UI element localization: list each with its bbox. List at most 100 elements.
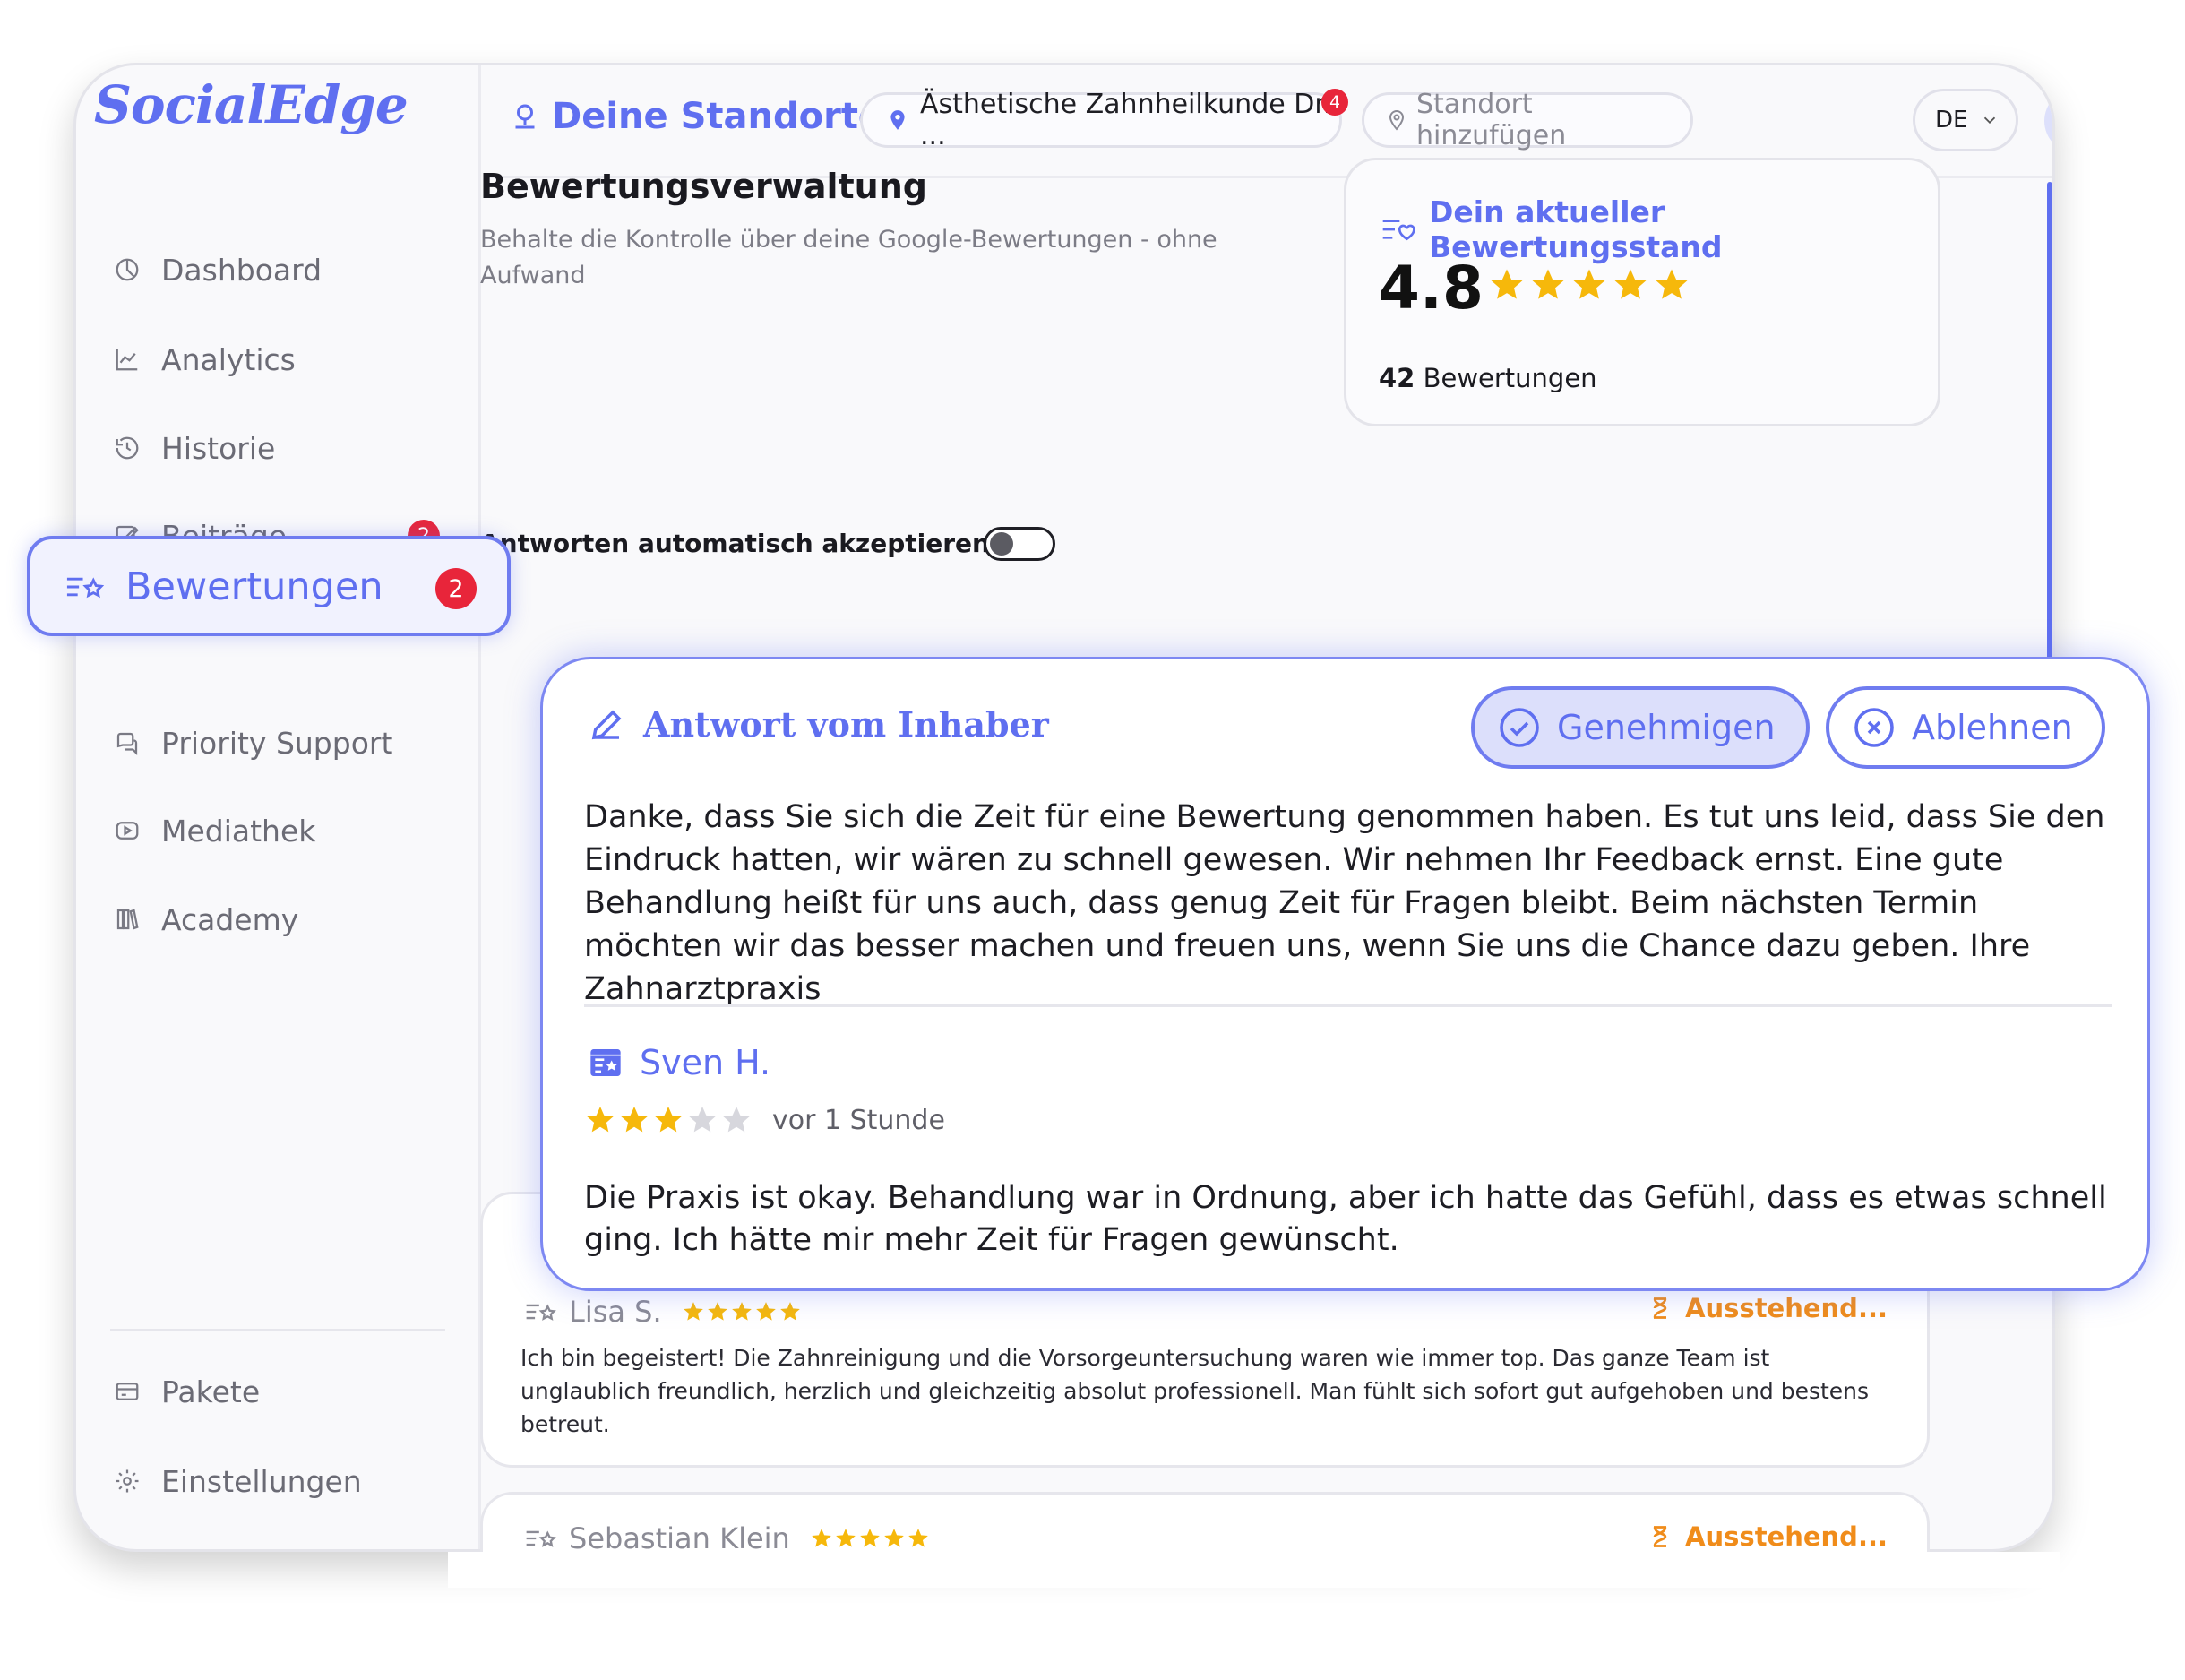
reply-card-title-text: Antwort vom Inhaber	[643, 704, 1049, 745]
window-bottom-mask	[448, 1552, 2060, 1588]
star-icon	[1612, 266, 1649, 304]
play-icon	[110, 814, 144, 848]
page-heading: Deine Standorte	[552, 96, 883, 137]
auto-accept-toggle[interactable]	[984, 527, 1055, 561]
card-icon	[110, 1374, 144, 1409]
sidebar-item-analytics[interactable]: Analytics	[76, 323, 470, 395]
topbar-title: Deine Standorte	[509, 96, 882, 137]
sidebar-item-label: Analytics	[161, 341, 296, 377]
scrollbar[interactable]	[2047, 182, 2052, 719]
sidebar-item-label: Pakete	[161, 1374, 261, 1409]
sidebar-item-label: Bewertungen	[125, 564, 383, 609]
sidebar-item-einstellungen[interactable]: Einstellungen	[76, 1445, 470, 1517]
reviewer-meta: vor 1 Stunde	[584, 1104, 945, 1136]
logo: SocialEdge	[94, 74, 409, 135]
line-chart-icon	[110, 342, 144, 376]
reviewer-name: Sven H.	[640, 1043, 771, 1082]
review-text: Ich bin begeistert! Die Zahnreinigung un…	[520, 1345, 1870, 1437]
sidebar-item-label: Einstellungen	[161, 1463, 362, 1499]
pie-chart-icon	[110, 253, 144, 287]
status-badge: Ausstehend...	[1647, 1521, 1888, 1552]
location-selector[interactable]: Ästhetische Zahnheilkunde Dr. ...	[860, 89, 1342, 151]
review-card-icon	[588, 1045, 624, 1081]
review-author: Lisa S.	[569, 1295, 662, 1329]
map-pin-icon	[886, 108, 909, 132]
rating-list-icon	[1381, 215, 1416, 244]
star-icon	[810, 1527, 833, 1550]
pencil-icon	[588, 706, 625, 744]
reply-text[interactable]: Danke, dass Sie sich die Zeit für eine B…	[584, 796, 2116, 1011]
review-list-icon	[65, 572, 104, 602]
location-person-icon	[509, 100, 541, 133]
chat-icon	[110, 726, 144, 760]
sidebar-item-priority-support[interactable]: Priority Support	[76, 707, 470, 779]
star-icon	[652, 1104, 684, 1136]
review-list-icon	[524, 1300, 556, 1323]
location-name: Ästhetische Zahnheilkunde Dr. ...	[920, 89, 1332, 151]
language-value: DE	[1935, 107, 1968, 134]
review-author: Sebastian Klein	[569, 1521, 790, 1555]
star-icon	[1529, 266, 1567, 304]
review-header: Sebastian Klein	[524, 1521, 930, 1555]
sidebar: SocialEdge Dashboard Analytics Historie …	[76, 65, 481, 1549]
review-header: Lisa S.	[524, 1295, 802, 1329]
language-select[interactable]: DE	[1913, 89, 2018, 151]
star-icon	[1570, 266, 1608, 304]
avatar[interactable]: MN	[2044, 89, 2052, 153]
hourglass-icon	[1647, 1523, 1673, 1550]
sidebar-item-academy[interactable]: Academy	[76, 883, 470, 955]
page-subtitle: Behalte die Kontrolle über deine Google-…	[480, 226, 1217, 289]
hourglass-icon	[1647, 1295, 1673, 1322]
sidebar-item-historie[interactable]: Historie	[76, 412, 470, 484]
average-rating: 4.8	[1379, 254, 1484, 323]
add-location-label: Standort hinzufügen	[1416, 89, 1567, 151]
review-time: vor 1 Stunde	[772, 1104, 945, 1136]
sidebar-item-label: Academy	[161, 901, 299, 937]
review-list-icon	[524, 1527, 556, 1550]
star-icon	[779, 1300, 802, 1323]
star-icon	[1488, 266, 1526, 304]
review-stars	[810, 1527, 930, 1550]
star-icon	[882, 1527, 906, 1550]
divider	[584, 1004, 2112, 1007]
rating-card-title-text: Dein aktueller Bewertungsstand	[1429, 194, 1723, 264]
sidebar-item-mediathek[interactable]: Mediathek	[76, 795, 470, 866]
sidebar-item-bewertungen-active[interactable]: Bewertungen 2	[27, 536, 511, 636]
review-count: 42 Bewertungen	[1379, 363, 1597, 393]
reviewer-stars	[584, 1104, 753, 1136]
review-count-number: 42	[1379, 363, 1415, 393]
sidebar-item-dashboard[interactable]: Dashboard	[76, 234, 470, 306]
rating-summary-card: Dein aktueller Bewertungsstand 4.8 42 Be…	[1344, 158, 1940, 426]
check-circle-icon	[1498, 706, 1541, 749]
reply-card-title: Antwort vom Inhaber	[588, 704, 1049, 745]
approve-button[interactable]: Genehmigen	[1471, 686, 1810, 769]
map-pin-outline-icon	[1386, 109, 1407, 131]
gear-icon	[110, 1464, 144, 1498]
approve-label: Genehmigen	[1557, 708, 1776, 747]
status-badge: Ausstehend...	[1647, 1293, 1888, 1323]
location-notification-badge: 4	[1321, 89, 1348, 116]
books-icon	[110, 902, 144, 936]
owner-reply-card: Antwort vom Inhaber Genehmigen Ablehnen …	[540, 657, 2150, 1291]
close-circle-icon	[1853, 706, 1896, 749]
add-location-button[interactable]: Standort hinzufügen	[1362, 89, 1693, 151]
page-title: Bewertungsverwaltung	[480, 167, 927, 206]
star-icon	[834, 1527, 857, 1550]
star-icon	[686, 1104, 718, 1136]
sidebar-item-label: Dashboard	[161, 252, 323, 288]
star-icon	[720, 1104, 753, 1136]
sidebar-item-pakete[interactable]: Pakete	[76, 1356, 470, 1427]
star-icon	[584, 1104, 616, 1136]
sidebar-divider	[110, 1329, 445, 1331]
star-icon	[682, 1300, 705, 1323]
star-icon	[858, 1527, 882, 1550]
chevron-down-icon	[1980, 110, 2000, 130]
notification-badge: 2	[435, 568, 477, 609]
reject-button[interactable]: Ablehnen	[1826, 686, 2105, 769]
star-icon	[1653, 266, 1690, 304]
star-icon	[618, 1104, 650, 1136]
sidebar-item-label: Priority Support	[161, 725, 393, 761]
reviewer-text: Die Praxis ist okay. Behandlung war in O…	[584, 1180, 2107, 1258]
star-icon	[907, 1527, 930, 1550]
star-icon	[730, 1300, 753, 1323]
